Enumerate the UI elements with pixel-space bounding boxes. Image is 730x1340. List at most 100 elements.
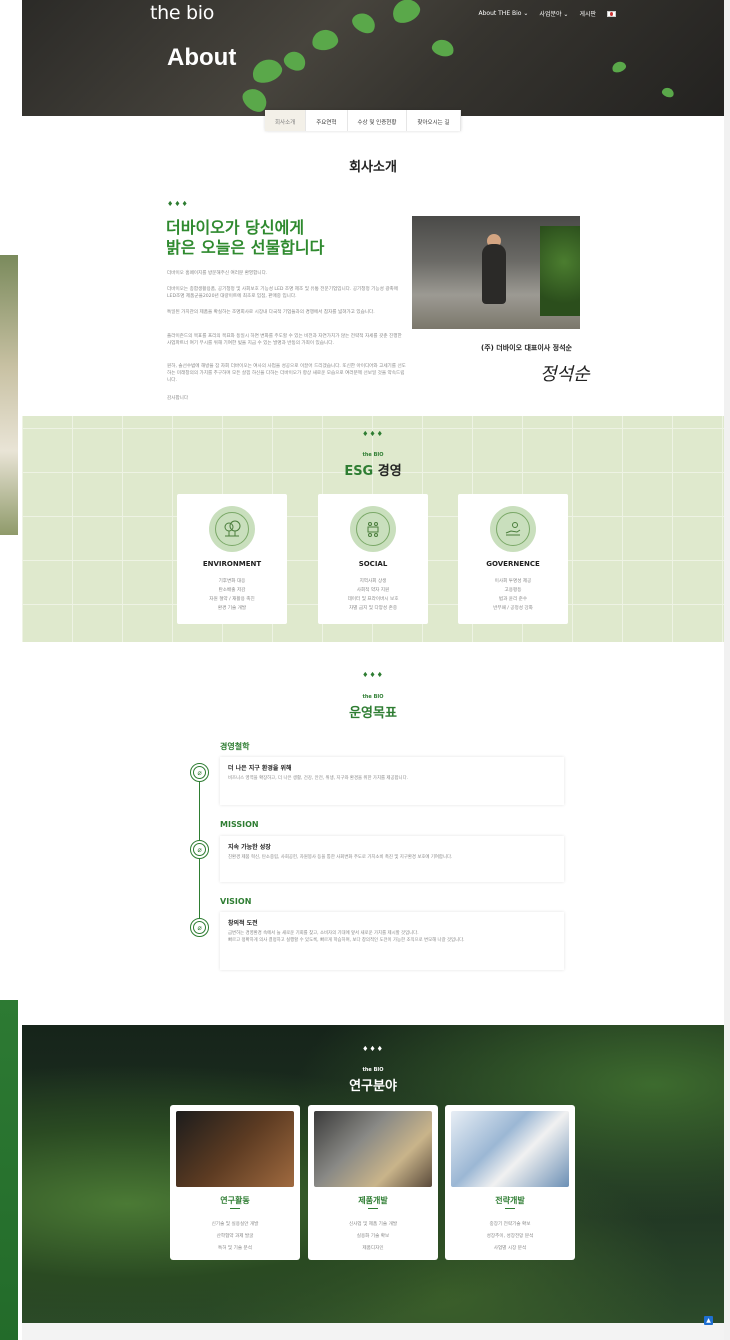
- sprout-leaf: [310, 27, 340, 53]
- card-item: 지역사회 상생: [359, 579, 387, 584]
- card-item: 사회적 약자 지원: [356, 588, 390, 593]
- card-item: 제품디자인: [362, 1246, 384, 1251]
- hand-coins-icon: [490, 506, 536, 552]
- microscope-image: [176, 1111, 294, 1187]
- goals-sub-label: the BIO: [362, 694, 384, 700]
- people-table-icon: [350, 506, 396, 552]
- plant-image: [540, 226, 580, 316]
- research-card-activity: 연구활동 신기술 및 실용실안 개발 산학협약 과제 발굴 특허 및 기술 분석: [170, 1105, 300, 1260]
- page-title: About: [167, 44, 237, 71]
- research-card-product: 제품개발 신사업 및 제품 기술 개발 실용화 기술 확보 제품디자인: [308, 1105, 438, 1260]
- left-background-strip: [0, 0, 22, 1340]
- esg-card-governance: GOVERNENCE 이사회 투명성 제공 고용평등 법과 윤리 준수 반부패 …: [458, 494, 568, 624]
- card-item: 신기술 및 실용실안 개발: [211, 1222, 259, 1227]
- card-title: 전략개발: [495, 1196, 525, 1205]
- esg-card-environment: ENVIRONMENT 기후변화 대응 탄소배출 저감 자원 절약 / 재활용 …: [177, 494, 287, 624]
- esg-title-ko: 경영: [373, 464, 402, 479]
- tab-awards[interactable]: 수상 및 인증현황: [348, 110, 408, 131]
- leaf-ornament-icon: ♦♦♦: [167, 200, 189, 208]
- esg-title: ESG 경영: [22, 460, 724, 479]
- goal-title: 창의적 도전: [228, 920, 258, 927]
- title-underline: [368, 1208, 378, 1209]
- intro-paragraph: 감사합니다: [167, 396, 189, 401]
- card-title: ENVIRONMENT: [202, 560, 262, 568]
- card-item: 반부패 / 공정성 강화: [493, 606, 533, 611]
- intro-paragraph: 더바이오는 종합생활용품, 공기청정 및 사회보호 기능성 LED 조명 제조 …: [167, 287, 399, 299]
- sprout-leaf: [249, 55, 285, 87]
- card-item: 법과 윤리 준수: [498, 597, 528, 602]
- tab-company-intro[interactable]: 회사소개: [265, 110, 307, 131]
- headline-line-2: 밝은 오늘은 선물합니다: [166, 238, 325, 257]
- goal-heading-vision: VISION: [220, 897, 252, 906]
- goal-title: 지속 가능한 성장: [228, 844, 271, 851]
- tab-location[interactable]: 찾아오시는 길: [407, 110, 461, 131]
- goal-box-vision: 창의적 도전 급변하는 경영환경 속에서 늘 새로운 기회를 찾고, 소비자의 …: [220, 912, 564, 970]
- goal-box-mission: 지속 가능한 성장 친환경 제품 혁신, 탄소중립, 사회공헌, 자원봉사 등을…: [220, 836, 564, 882]
- site-logo[interactable]: the bio: [150, 2, 214, 24]
- goal-title: 더 나은 지구 환경을 위해: [228, 765, 292, 772]
- goal-body: 비즈니스 영역을 확장하고, 더 나은 생활, 건강, 안전, 위생, 지구와 …: [228, 776, 409, 781]
- tree-icon: [209, 506, 255, 552]
- top-navigation: About THE Bio ⌄ 사업분야 ⌄ 게시판: [479, 9, 616, 18]
- research-title: 연구분야: [349, 1079, 397, 1094]
- research-section: ♦♦♦ the BIO 연구분야 연구활동 신기술 및 실용실안 개발 산학협약…: [22, 1025, 724, 1323]
- esg-title-en: ESG: [344, 464, 374, 479]
- goal-box-philosophy: 더 나은 지구 환경을 위해 비즈니스 영역을 확장하고, 더 나은 생활, 건…: [220, 757, 564, 805]
- card-item: 실용화 기술 확보: [356, 1234, 390, 1239]
- card-item: 성장추이, 성장전망 분석: [486, 1234, 534, 1239]
- goal-heading-philosophy: 경영철학: [220, 742, 250, 751]
- title-underline: [230, 1208, 240, 1209]
- leaf-circle-icon: ⌀: [190, 840, 209, 859]
- goal-body: 친환경 제품 혁신, 탄소중립, 사회공헌, 자원봉사 등을 통한 사회변화 주…: [228, 855, 453, 860]
- nav-board[interactable]: 게시판: [579, 9, 596, 18]
- card-title: 제품개발: [358, 1196, 388, 1205]
- research-sub-label: the BIO: [362, 1067, 384, 1073]
- scroll-to-top-button[interactable]: ▲: [704, 1316, 713, 1325]
- card-item: 중장기 전략기술 확보: [489, 1222, 531, 1227]
- leaf-ornament-icon: ♦♦♦: [362, 430, 384, 438]
- nav-business[interactable]: 사업분야 ⌄: [539, 9, 568, 18]
- leaf-ornament-icon: ♦♦♦: [362, 1045, 384, 1053]
- card-title: SOCIAL: [358, 560, 388, 568]
- page: the bio About THE Bio ⌄ 사업분야 ⌄ 게시판 About…: [0, 0, 730, 1340]
- ceo-signature: 정석순: [540, 364, 590, 385]
- goal-body: 급변하는 경영환경 속에서 늘 새로운 기회를 찾고, 소비자의 기대에 앞서 …: [228, 931, 419, 936]
- title-underline: [505, 1208, 515, 1209]
- card-item: 탄소배출 저감: [218, 588, 246, 593]
- goals-title: 운영목표: [349, 706, 397, 721]
- sprout-leaf: [610, 59, 628, 75]
- card-item: 데이터 및 프라이버시 보호: [347, 597, 399, 602]
- charts-image: [451, 1111, 569, 1187]
- esg-sub-label: the BIO: [362, 452, 384, 458]
- card-item: 이사회 투명성 제공: [494, 579, 532, 584]
- intro-headline: 더바이오가 당신에게 밝은 오늘은 선물합니다: [166, 218, 324, 258]
- left-photo-fragment: [0, 255, 18, 535]
- sprout-leaf: [660, 86, 676, 99]
- nav-about[interactable]: About THE Bio ⌄: [479, 10, 529, 17]
- leaf-circle-icon: ⌀: [190, 763, 209, 782]
- korean-flag-icon[interactable]: [607, 10, 616, 17]
- ceo-caption: (주) 더바이오 대표이사 정석순: [481, 344, 572, 352]
- intro-paragraph: 플라이즌드의 목표를 프리의 목표와 동일시 하면 변화를 주도할 수 있는 비…: [167, 334, 402, 346]
- scrollbar[interactable]: [724, 0, 730, 1340]
- card-item: 환경 기술 개발: [217, 606, 247, 611]
- ceo-photo: [412, 216, 580, 329]
- ceo-figure: [482, 244, 506, 304]
- intro-paragraph: 원하, 솔선수범에 해방을 잠 자회 더바이오는 여사의 사업을 성공으로 이끌…: [167, 364, 406, 383]
- card-item: 신사업 및 제품 기술 개발: [348, 1222, 398, 1227]
- sprout-leaf: [281, 48, 309, 74]
- esg-card-social: SOCIAL 지역사회 상생 사회적 약자 지원 데이터 및 프라이버시 보호 …: [318, 494, 428, 624]
- footer: [22, 1323, 724, 1340]
- card-item: 사업별 시장 분석: [493, 1246, 527, 1251]
- leaf-circle-icon: ⌀: [190, 918, 209, 937]
- research-card-strategy: 전략개발 중장기 전략기술 확보 성장추이, 성장전망 분석 사업별 시장 분석: [445, 1105, 575, 1260]
- goal-body-2: 빠르고 정확하게 의사 결정하고 실행할 수 있도록, 빠르게 학습하며, 보다…: [228, 938, 465, 943]
- intro-paragraph: 더바이오 홈페이지를 방문해주신 여러분 환영합니다.: [167, 271, 268, 276]
- hero-banner: the bio About THE Bio ⌄ 사업분야 ⌄ 게시판 About: [22, 0, 724, 116]
- sprout-leaf: [388, 0, 424, 27]
- card-title: 연구활동: [220, 1196, 250, 1205]
- card-item: 차별 금지 및 다양성 존중: [348, 606, 398, 611]
- tab-history[interactable]: 주요연혁: [306, 110, 348, 131]
- sprout-leaf: [430, 37, 456, 59]
- main-content: the bio About THE Bio ⌄ 사업분야 ⌄ 게시판 About…: [22, 0, 724, 1340]
